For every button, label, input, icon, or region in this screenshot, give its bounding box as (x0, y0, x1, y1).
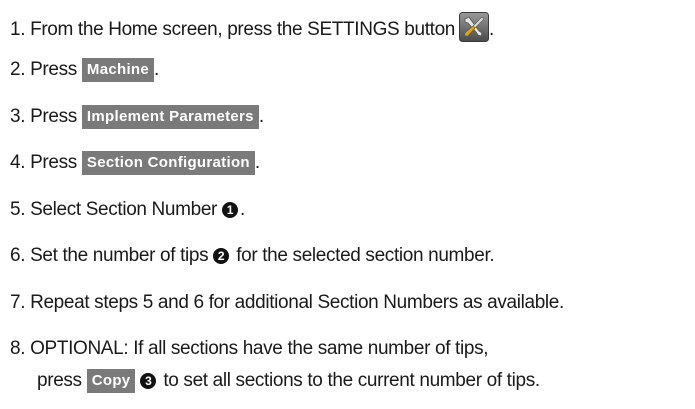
step-7-text: 7. Repeat steps 5 and 6 for additional S… (10, 292, 564, 313)
step-5-suffix: . (240, 199, 245, 220)
settings-tools-icon (459, 12, 490, 42)
step-6-suffix: for the selected section number. (231, 245, 495, 266)
step-8-continued-suffix: to set all sections to the current numbe… (158, 370, 540, 391)
step-6: 6. Set the number of tips 2 for the selec… (10, 244, 495, 268)
step-8-continued: press Copy 3 to set all sections to the cu… (37, 369, 540, 393)
step-4: 4. Press Section Configuration. (10, 151, 260, 175)
instruction-steps: 1. From the Home screen, press the SETTI… (0, 0, 695, 409)
step-3: 3. Press Implement Parameters. (10, 105, 264, 129)
step-1-suffix: . (489, 19, 494, 40)
step-8-text: 8. OPTIONAL: If all sections have the sa… (10, 338, 489, 359)
step-5-text: 5. Select Section Number (10, 199, 218, 220)
step-4-suffix: . (254, 152, 260, 173)
step-1-text: 1. From the Home screen, press the SETTI… (10, 19, 456, 40)
machine-button[interactable]: Machine (81, 58, 155, 82)
step-7: 7. Repeat steps 5 and 6 for additional S… (10, 291, 564, 315)
step-3-suffix: . (258, 106, 264, 127)
callout-2: 2 (213, 248, 230, 264)
implement-parameters-button[interactable]: Implement Parameters (81, 105, 259, 129)
step-6-text: 6. Set the number of tips (10, 245, 209, 266)
step-1: 1. From the Home screen, press the SETTI… (10, 12, 494, 42)
step-2-text: 2. Press (10, 59, 77, 80)
step-8: 8. OPTIONAL: If all sections have the sa… (10, 337, 489, 361)
step-2: 2. Press Machine. (10, 58, 159, 82)
callout-3: 3 (140, 373, 157, 389)
section-configuration-button[interactable]: Section Configuration (81, 151, 255, 175)
copy-button[interactable]: Copy (86, 369, 136, 393)
step-5: 5. Select Section Number 1. (10, 198, 245, 222)
step-8-continued-text: press (37, 370, 82, 391)
step-2-suffix: . (154, 59, 159, 80)
step-4-text: 4. Press (10, 152, 77, 173)
callout-1: 1 (222, 202, 239, 218)
step-3-text: 3. Press (10, 106, 77, 127)
